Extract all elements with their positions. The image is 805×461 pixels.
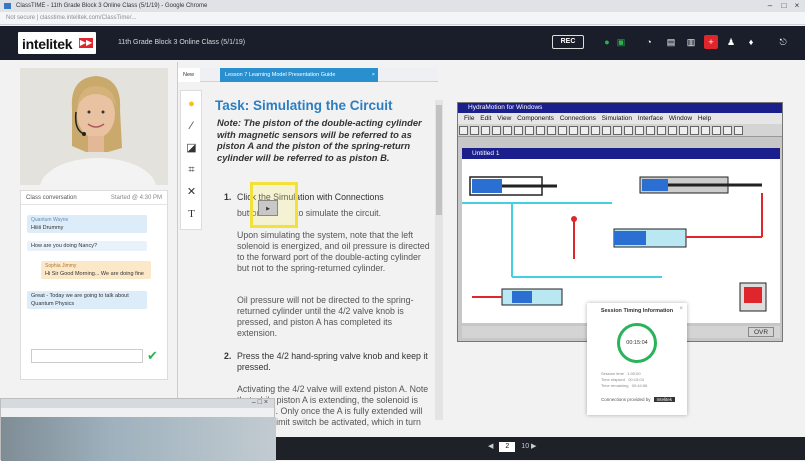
rec-label: REC	[560, 38, 576, 45]
timing-row-label: Session time	[601, 371, 624, 376]
camera-icon[interactable]: ▣	[614, 35, 628, 49]
chat-panel: Started @ 4:30 PM Class conversation Qua…	[20, 190, 168, 380]
hydra-title: HydraMotion for Windows	[458, 103, 782, 113]
simulation-button-icon[interactable]: ▶	[258, 200, 278, 216]
timing-footer: Connections provided by Intelitek	[601, 397, 676, 402]
doc-scrollbar[interactable]	[435, 100, 443, 420]
overlay-title-bar[interactable]	[1, 399, 274, 408]
window-title: ClassTIME - 11th Grade Block 3 Online Cl…	[16, 3, 208, 9]
mic-icon[interactable]: ●	[600, 35, 614, 49]
instructor-portrait	[20, 68, 168, 185]
whiteboard-icon[interactable]: ▥	[684, 35, 698, 49]
tab-close-icon[interactable]: ×	[372, 68, 375, 82]
annotation-toolbar: ● ⁄ ◪ ⌗ ✕ T	[180, 90, 202, 230]
lesson-document: Task: Simulating the Circuit Note: The p…	[208, 92, 430, 437]
screen-share-icon[interactable]: ▤	[664, 35, 678, 49]
record-button[interactable]: REC	[552, 35, 584, 49]
close-window-icon[interactable]: ×	[791, 0, 803, 12]
step-2-text: Press the 4/2 hand-spring valve knob and…	[237, 351, 428, 372]
chat-title: Class conversation	[26, 195, 77, 201]
chat-message: How are you doing Nancy?	[27, 241, 147, 251]
circuit-svg	[462, 176, 767, 312]
timing-row-value: 00:44:56	[631, 383, 648, 388]
pointer-icon[interactable]: ●	[184, 95, 199, 113]
overlay-window: – □ ×	[0, 398, 276, 461]
paragraph: Oil pressure will not be directed to the…	[237, 295, 414, 338]
ovr-indicator: OVR	[748, 327, 774, 337]
hydra-toolbar[interactable]	[458, 124, 782, 137]
timing-footer-text: Connections provided by	[601, 397, 651, 402]
text-icon[interactable]: T	[184, 205, 199, 223]
overlay-content	[1, 417, 276, 461]
chat-message: Great - Today we are going to talk about…	[27, 291, 147, 309]
timing-brand-button[interactable]: Intelitek	[653, 397, 676, 402]
hydraulic-circuit-diagram	[462, 159, 780, 323]
overlay-window-controls[interactable]: – □ ×	[252, 399, 268, 406]
timing-row-value: 1:00:00	[627, 371, 641, 376]
eraser-icon[interactable]: ◪	[184, 139, 199, 157]
logo-text: intelitek	[22, 36, 73, 52]
prev-page-icon[interactable]: ◀	[488, 443, 493, 450]
minimize-icon[interactable]: –	[764, 0, 776, 12]
timer-value: 00:15:04	[626, 340, 648, 346]
logo-arrows-icon: ▶▶	[79, 38, 93, 48]
timer-ring: 00:15:04	[617, 323, 657, 363]
message-text: Hiiiii Drummy	[31, 225, 64, 231]
page-total: 10	[521, 443, 530, 450]
paragraph: Upon simulating the system, note that th…	[237, 230, 430, 273]
tab-lesson[interactable]: Lesson 7 Learning Model Presentation Gui…	[220, 68, 378, 82]
address-bar[interactable]: Not secure | classtime.intelitek.com/Cla…	[0, 12, 805, 25]
timing-title: Session Timing Information	[600, 308, 674, 314]
chat-message: Sophia Jimmy Hi Sir Good Morning... We a…	[41, 261, 151, 279]
message-text: Hi Sir Good Morning... We are doing fine	[45, 271, 144, 277]
class-title: 11th Grade Block 3 Online Class (5/1/19)	[118, 39, 246, 46]
message-text: Great - Today we are going to talk about…	[31, 293, 129, 307]
app-header: intelitek ▶▶ 11th Grade Block 3 Online C…	[0, 26, 805, 60]
crop-icon[interactable]: ⌗	[184, 161, 199, 179]
timing-row-value: 00:15:04	[628, 377, 644, 382]
document-tabs: New Lesson 7 Learning Model Presentation…	[178, 68, 438, 82]
step-number: 1.	[224, 192, 232, 202]
step-1-tail: to simulate the circuit.	[296, 208, 382, 218]
instructor-video	[20, 68, 168, 185]
chrome-icon	[4, 3, 11, 9]
hydra-document-title: Untitled 1	[462, 148, 780, 159]
chat-header: Started @ 4:30 PM Class conversation	[21, 191, 167, 205]
intelitek-logo: intelitek ▶▶	[18, 32, 96, 54]
message-author: Sophia Jimmy	[45, 263, 77, 269]
timing-row-label: Time remaining	[601, 383, 629, 388]
tab-lesson-label: Lesson 7 Learning Model Presentation Gui…	[225, 72, 336, 78]
timing-close-icon[interactable]: ×	[679, 306, 683, 312]
next-page-icon[interactable]: ▶	[531, 443, 536, 450]
timer-icon[interactable]: ◔	[642, 35, 656, 49]
close-icon[interactable]: ✕	[184, 183, 199, 201]
timing-row-label: Time elapsed	[601, 377, 625, 382]
chat-message: Quantum Wayne Hiiiii Drummy	[27, 215, 147, 233]
session-timing-popup: Session Timing Information × 00:15:04 Se…	[587, 303, 687, 415]
send-check-icon[interactable]: ✔	[147, 348, 158, 364]
message-author: Quantum Wayne	[31, 217, 69, 223]
message-text: How are you doing Nancy?	[31, 243, 98, 249]
logout-icon[interactable]: ⎋	[776, 35, 790, 49]
browser-title-bar: ClassTIME - 11th Grade Block 3 Online Cl…	[0, 0, 805, 12]
timing-rows: Session time 1:00:00 Time elapsed 00:15:…	[601, 371, 647, 389]
maximize-icon[interactable]: □	[778, 0, 790, 12]
tab-new[interactable]: New	[178, 68, 200, 82]
chat-input[interactable]	[31, 349, 143, 363]
chat-start-time: Started @ 4:30 PM	[110, 195, 162, 201]
doc-title: Task: Simulating the Circuit	[215, 98, 393, 113]
scroll-thumb[interactable]	[436, 105, 442, 215]
notification-icon[interactable]: ♦	[744, 35, 758, 49]
doc-note: Note: The piston of the double-acting cy…	[217, 117, 422, 163]
pen-icon[interactable]: ⁄	[184, 117, 199, 135]
page-navigator: ◀ 2 10 ▶	[488, 442, 536, 452]
page-input[interactable]: 2	[499, 442, 516, 452]
participants-icon[interactable]: ♟	[724, 35, 738, 49]
add-icon[interactable]: +	[704, 35, 718, 49]
step-number: 2.	[224, 351, 232, 361]
hydra-menu[interactable]: File Edit View Components Connections Si…	[458, 113, 782, 124]
